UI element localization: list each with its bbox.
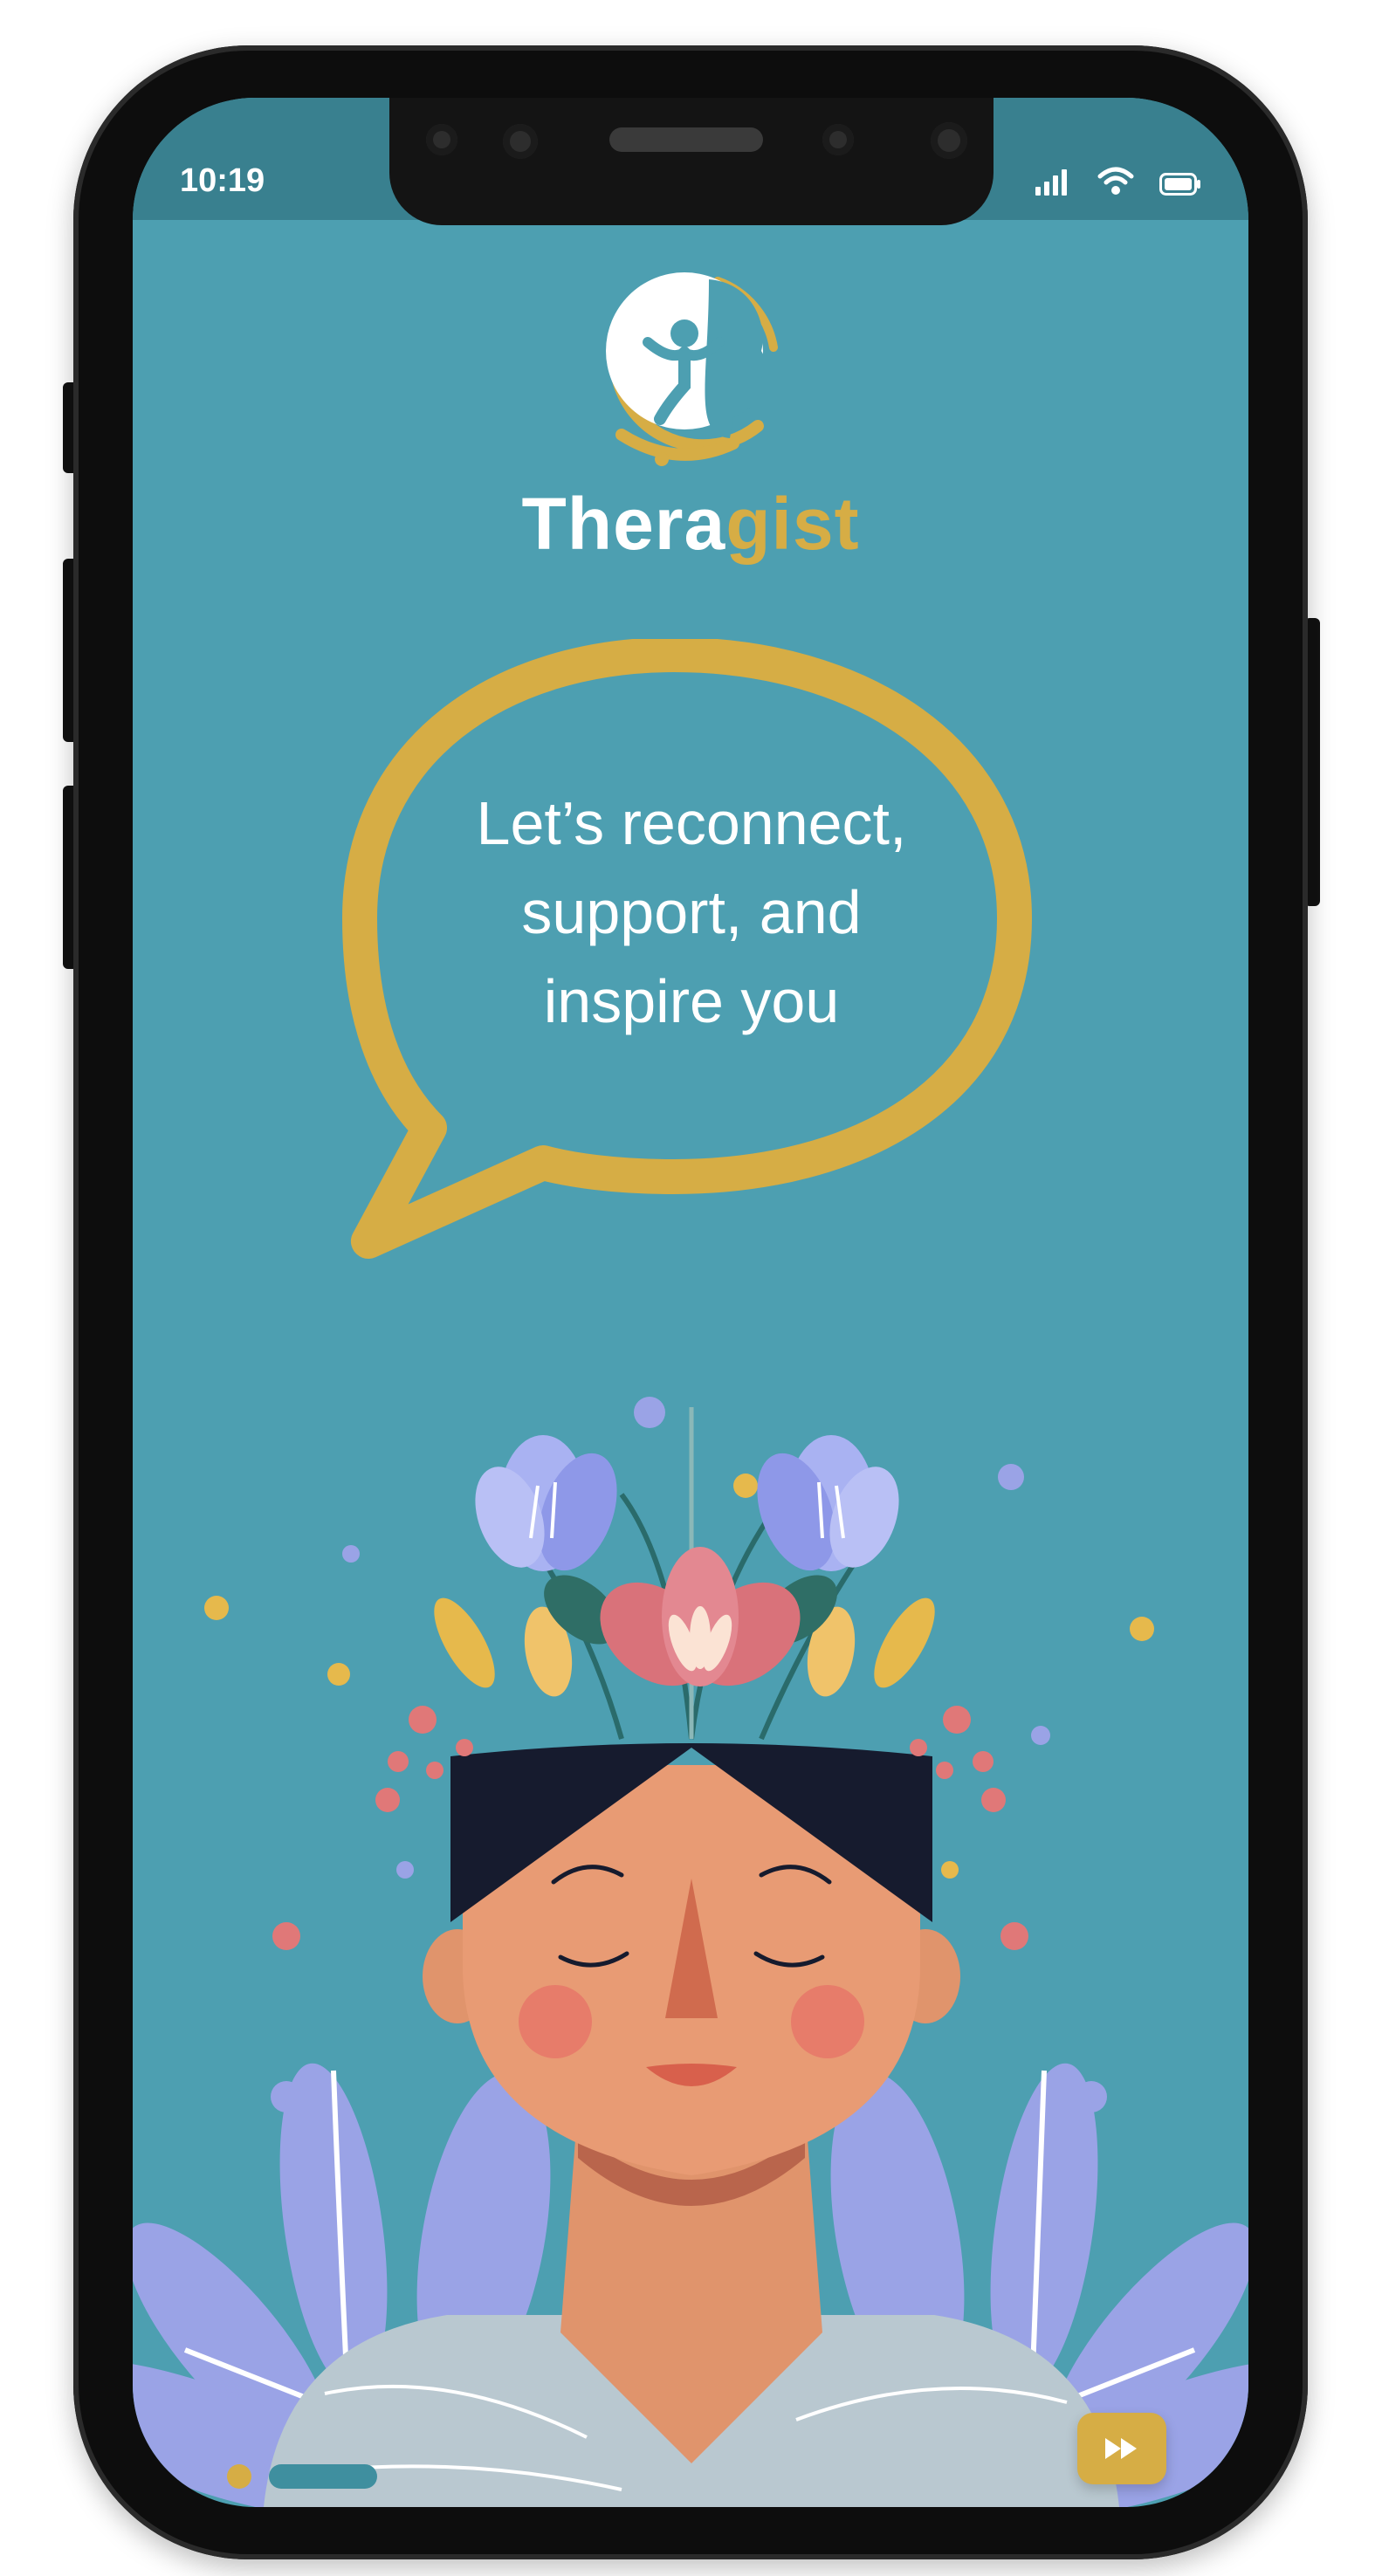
- message-line: inspire you: [543, 967, 840, 1035]
- page-indicator: [227, 2463, 377, 2490]
- brand-name-main: Thera: [521, 483, 726, 565]
- sensor-icon: [426, 124, 457, 155]
- status-time: 10:19: [180, 162, 265, 199]
- sensor-icon: [822, 124, 854, 155]
- front-camera-icon: [931, 122, 967, 159]
- brand-name-accent: gist: [725, 483, 860, 565]
- sensor-icon: [503, 124, 538, 159]
- page-dot[interactable]: [269, 2464, 377, 2489]
- wifi-icon: [1097, 167, 1134, 195]
- speaker-grille: [609, 127, 763, 152]
- phone-frame: 10:19 Theragist Let’s reconnect, support…: [73, 45, 1308, 2559]
- message-line: Let’s reconnect,: [476, 789, 907, 857]
- signal-icon: [1035, 169, 1067, 196]
- device-notch: [389, 98, 994, 225]
- battery-icon: [1159, 173, 1200, 196]
- onboarding-message: Let’s reconnect, support, and inspire yo…: [412, 779, 971, 1046]
- head-with-figure-icon: [606, 272, 778, 466]
- skip-button[interactable]: [1077, 2413, 1166, 2484]
- fast-forward-icon: [1105, 2438, 1137, 2459]
- person-with-flowers-illustration: [133, 1397, 1248, 2507]
- page-dot-active[interactable]: [227, 2464, 251, 2489]
- message-line: support, and: [521, 878, 862, 946]
- app-screen: 10:19 Theragist Let’s reconnect, support…: [133, 98, 1248, 2507]
- status-icons: [1035, 157, 1201, 196]
- brand-name: Theragist: [133, 482, 1248, 567]
- brand-header: Theragist: [133, 264, 1248, 565]
